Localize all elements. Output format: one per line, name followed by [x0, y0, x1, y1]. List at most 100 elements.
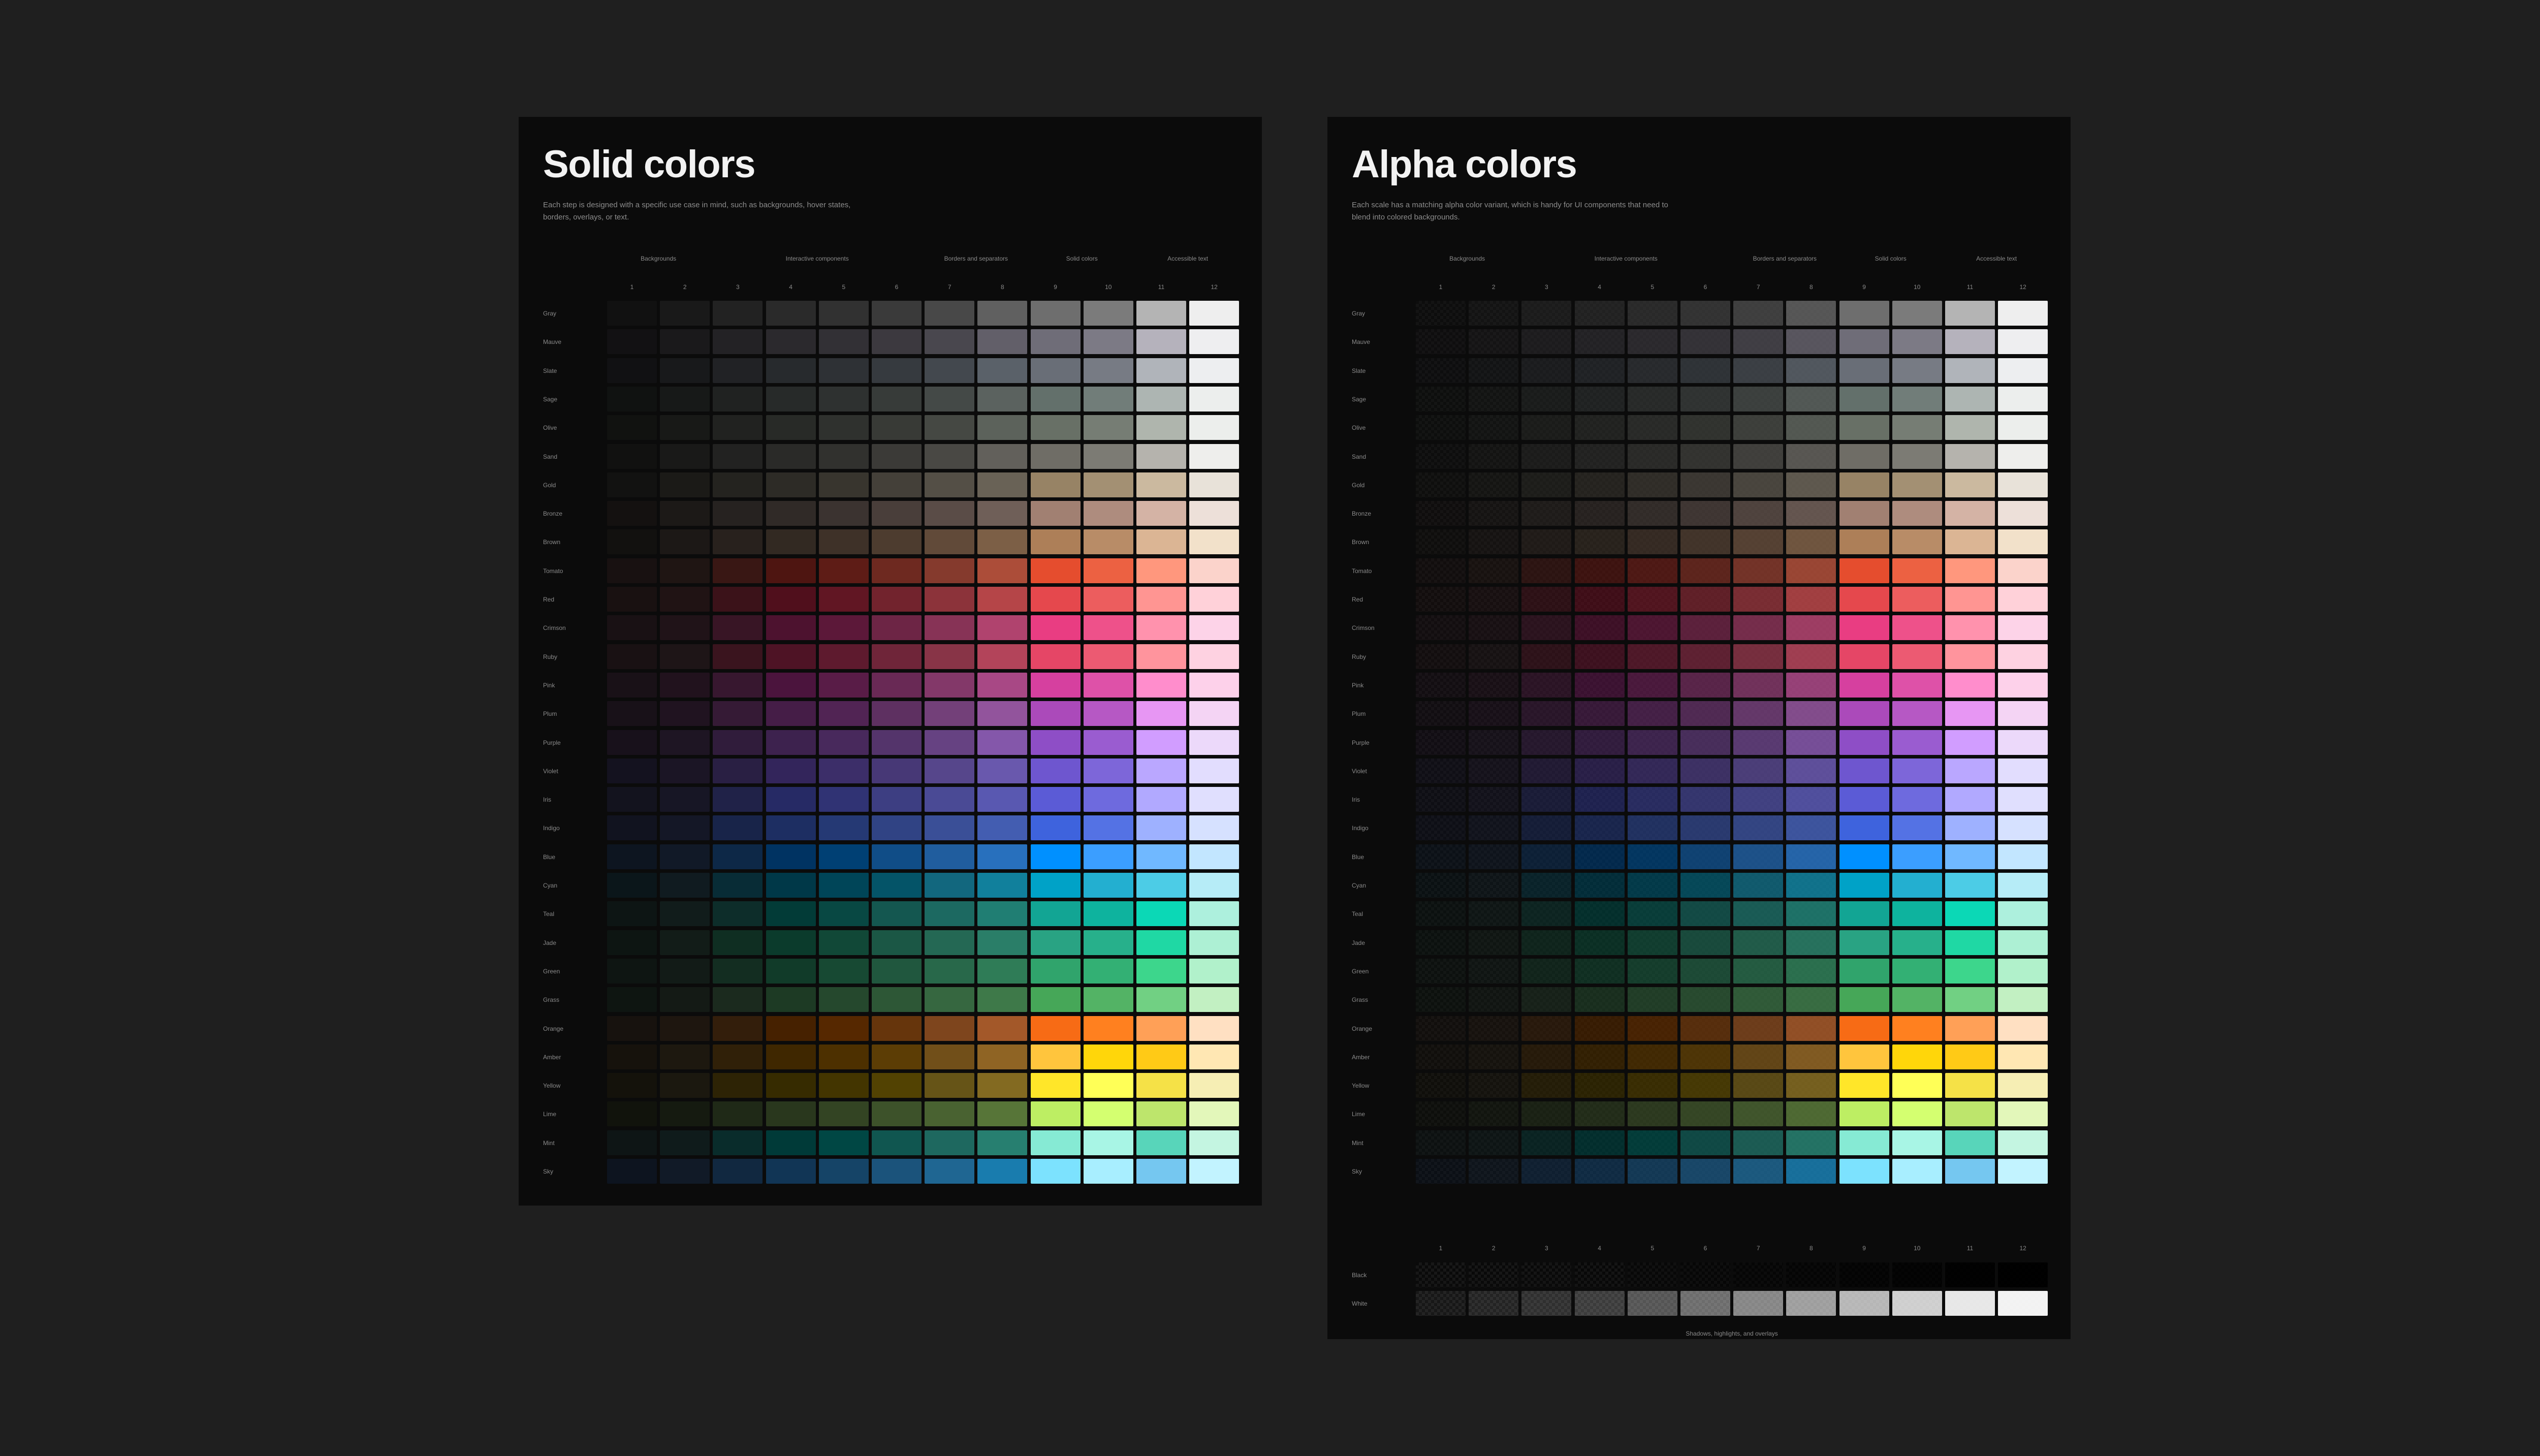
color-swatch[interactable] — [713, 901, 763, 927]
alpha-color-swatch[interactable] — [1521, 1130, 1572, 1155]
color-swatch[interactable] — [1083, 730, 1133, 755]
color-swatch[interactable] — [872, 644, 922, 669]
alpha-color-swatch[interactable] — [1998, 329, 2048, 355]
overlay-swatch[interactable] — [1521, 1291, 1572, 1316]
alpha-color-swatch[interactable] — [1998, 958, 2048, 984]
alpha-color-swatch[interactable] — [1839, 529, 1889, 555]
color-swatch[interactable] — [925, 1016, 975, 1041]
color-swatch[interactable] — [713, 386, 763, 412]
alpha-color-swatch[interactable] — [1574, 301, 1625, 326]
alpha-color-swatch[interactable] — [1416, 901, 1466, 927]
alpha-color-swatch[interactable] — [1998, 444, 2048, 469]
color-swatch[interactable] — [607, 415, 657, 440]
alpha-color-swatch[interactable] — [1945, 787, 1995, 812]
color-swatch[interactable] — [607, 644, 657, 669]
alpha-color-swatch[interactable] — [1945, 901, 1995, 927]
alpha-color-swatch[interactable] — [1786, 444, 1836, 469]
alpha-color-swatch[interactable] — [1786, 701, 1836, 726]
alpha-color-swatch[interactable] — [1786, 672, 1836, 698]
alpha-color-swatch[interactable] — [1839, 730, 1889, 755]
color-swatch[interactable] — [766, 1044, 816, 1069]
alpha-color-swatch[interactable] — [1680, 1130, 1730, 1155]
color-swatch[interactable] — [872, 587, 922, 612]
color-swatch[interactable] — [977, 1130, 1028, 1155]
color-swatch[interactable] — [660, 501, 710, 526]
color-swatch[interactable] — [1189, 1101, 1240, 1127]
color-swatch[interactable] — [1136, 844, 1186, 869]
color-swatch[interactable] — [872, 672, 922, 698]
alpha-color-swatch[interactable] — [1839, 358, 1889, 383]
alpha-color-swatch[interactable] — [1945, 587, 1995, 612]
alpha-color-swatch[interactable] — [1680, 1044, 1730, 1069]
alpha-color-swatch[interactable] — [1945, 358, 1995, 383]
color-swatch[interactable] — [660, 815, 710, 841]
alpha-color-swatch[interactable] — [1786, 873, 1836, 898]
alpha-color-swatch[interactable] — [1945, 558, 1995, 583]
alpha-color-swatch[interactable] — [1469, 329, 1519, 355]
alpha-color-swatch[interactable] — [1574, 701, 1625, 726]
overlay-swatch[interactable] — [1839, 1262, 1889, 1287]
alpha-color-swatch[interactable] — [1627, 1073, 1677, 1098]
alpha-color-swatch[interactable] — [1733, 987, 1784, 1012]
color-swatch[interactable] — [1083, 873, 1133, 898]
alpha-color-swatch[interactable] — [1998, 1130, 2048, 1155]
color-swatch[interactable] — [872, 386, 922, 412]
color-swatch[interactable] — [660, 844, 710, 869]
color-swatch[interactable] — [660, 701, 710, 726]
alpha-color-swatch[interactable] — [1469, 1159, 1519, 1184]
alpha-color-swatch[interactable] — [1892, 472, 1942, 497]
alpha-color-swatch[interactable] — [1469, 529, 1519, 555]
alpha-color-swatch[interactable] — [1839, 930, 1889, 955]
alpha-color-swatch[interactable] — [1680, 415, 1730, 440]
alpha-color-swatch[interactable] — [1786, 386, 1836, 412]
color-swatch[interactable] — [766, 958, 816, 984]
color-swatch[interactable] — [1189, 930, 1240, 955]
alpha-color-swatch[interactable] — [1839, 444, 1889, 469]
color-swatch[interactable] — [818, 1044, 869, 1069]
alpha-color-swatch[interactable] — [1627, 472, 1677, 497]
alpha-color-swatch[interactable] — [1416, 672, 1466, 698]
alpha-color-swatch[interactable] — [1892, 701, 1942, 726]
alpha-color-swatch[interactable] — [1733, 501, 1784, 526]
alpha-color-swatch[interactable] — [1574, 1101, 1625, 1127]
color-swatch[interactable] — [977, 873, 1028, 898]
alpha-color-swatch[interactable] — [1521, 472, 1572, 497]
color-swatch[interactable] — [713, 301, 763, 326]
alpha-color-swatch[interactable] — [1680, 787, 1730, 812]
alpha-color-swatch[interactable] — [1892, 415, 1942, 440]
color-swatch[interactable] — [1083, 415, 1133, 440]
alpha-color-swatch[interactable] — [1733, 1073, 1784, 1098]
color-swatch[interactable] — [818, 444, 869, 469]
color-swatch[interactable] — [766, 1016, 816, 1041]
alpha-color-swatch[interactable] — [1469, 386, 1519, 412]
alpha-color-swatch[interactable] — [1680, 501, 1730, 526]
color-swatch[interactable] — [660, 444, 710, 469]
alpha-color-swatch[interactable] — [1574, 844, 1625, 869]
color-swatch[interactable] — [713, 472, 763, 497]
color-swatch[interactable] — [977, 444, 1028, 469]
color-swatch[interactable] — [872, 1016, 922, 1041]
alpha-color-swatch[interactable] — [1733, 558, 1784, 583]
color-swatch[interactable] — [607, 358, 657, 383]
color-swatch[interactable] — [1083, 958, 1133, 984]
color-swatch[interactable] — [977, 1044, 1028, 1069]
color-swatch[interactable] — [1030, 358, 1081, 383]
color-swatch[interactable] — [977, 758, 1028, 783]
color-swatch[interactable] — [1189, 730, 1240, 755]
alpha-color-swatch[interactable] — [1627, 1101, 1677, 1127]
alpha-color-swatch[interactable] — [1680, 1073, 1730, 1098]
alpha-color-swatch[interactable] — [1574, 901, 1625, 927]
color-swatch[interactable] — [925, 701, 975, 726]
alpha-color-swatch[interactable] — [1627, 644, 1677, 669]
color-swatch[interactable] — [925, 1101, 975, 1127]
color-swatch[interactable] — [818, 615, 869, 641]
alpha-color-swatch[interactable] — [1574, 415, 1625, 440]
alpha-color-swatch[interactable] — [1416, 987, 1466, 1012]
alpha-color-swatch[interactable] — [1521, 529, 1572, 555]
color-swatch[interactable] — [1030, 1016, 1081, 1041]
color-swatch[interactable] — [818, 958, 869, 984]
alpha-color-swatch[interactable] — [1521, 1101, 1572, 1127]
color-swatch[interactable] — [925, 958, 975, 984]
color-swatch[interactable] — [872, 901, 922, 927]
overlay-swatch[interactable] — [1469, 1291, 1519, 1316]
